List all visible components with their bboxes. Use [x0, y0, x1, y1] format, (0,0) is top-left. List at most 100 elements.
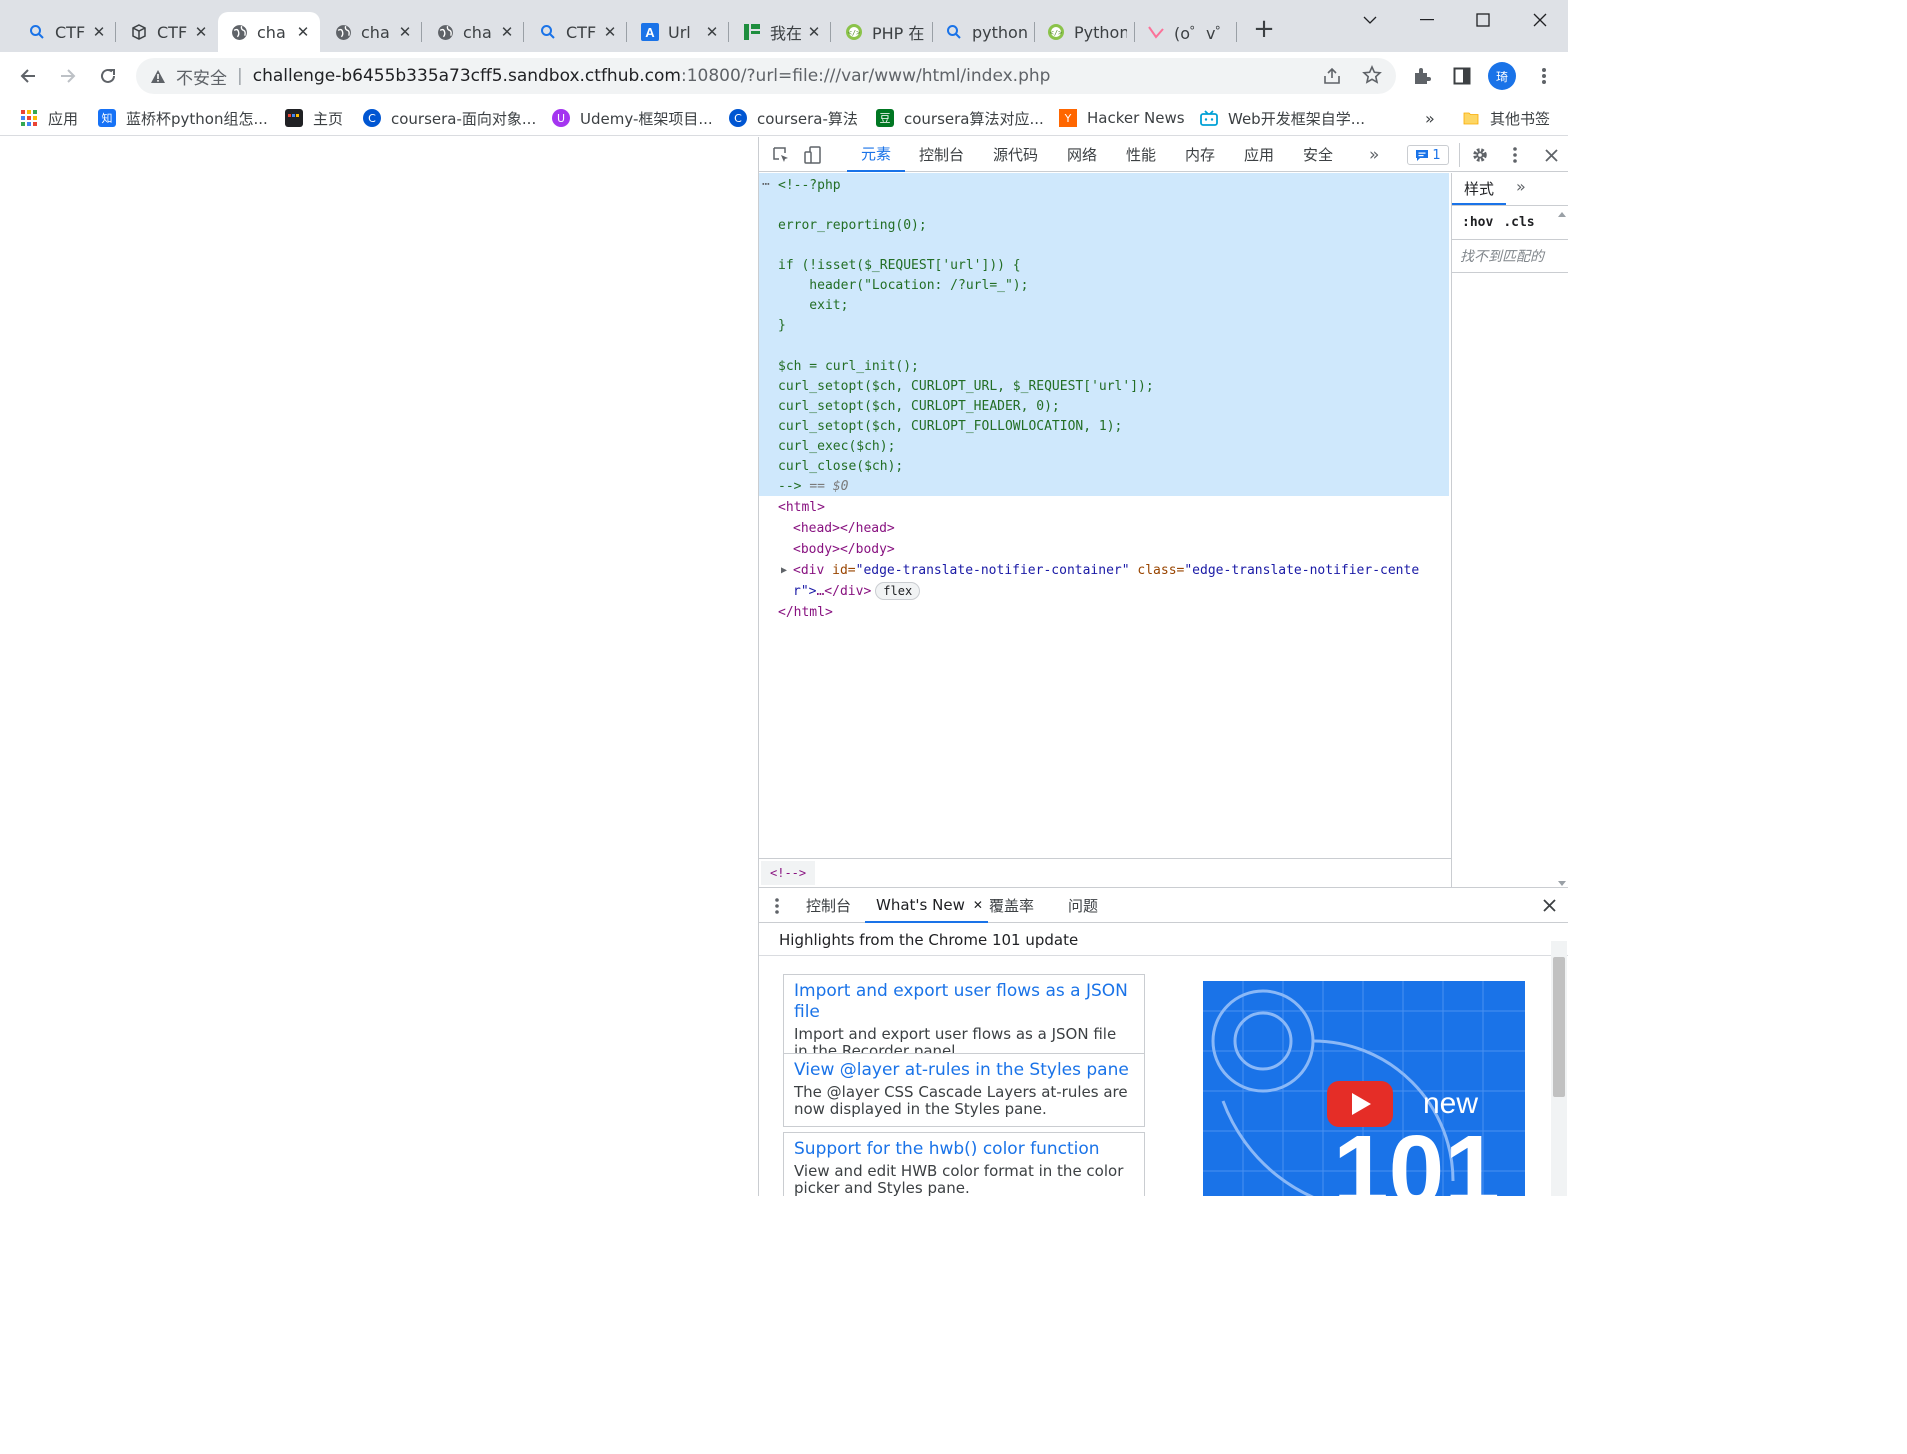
browser-tab[interactable]: A Url ✕	[629, 12, 729, 52]
close-icon[interactable]: ✕	[973, 898, 983, 912]
tab-sources[interactable]: 源代码	[993, 137, 1038, 172]
tab-memory[interactable]: 内存	[1185, 137, 1215, 172]
devtools-menu-icon[interactable]	[1503, 143, 1527, 167]
bookmark-item[interactable]: C coursera-面向对象...	[363, 106, 536, 130]
browser-tab[interactable]: CTF ✕	[118, 12, 218, 52]
dom-node-html-close[interactable]: </html>	[778, 603, 833, 623]
maximize-button[interactable]	[1455, 6, 1511, 34]
address-bar[interactable]: 不安全 | challenge-b6455b335a73cff5.sandbox…	[136, 58, 1396, 94]
settings-gear-icon[interactable]	[1468, 143, 1492, 167]
whats-new-video-thumbnail[interactable]: new 101	[1203, 981, 1525, 1196]
feature-title-link[interactable]: Support for the hwb() color function	[794, 1139, 1134, 1160]
scrollbar-thumb[interactable]	[1553, 957, 1565, 1097]
bookmark-item[interactable]: 主页	[285, 106, 343, 130]
tab-security[interactable]: 安全	[1303, 137, 1333, 172]
feature-title-link[interactable]: Import and export user flows as a JSON f…	[794, 981, 1134, 1023]
browser-tab[interactable]: CTF ✕	[527, 12, 627, 52]
drawer-menu-icon[interactable]	[775, 888, 783, 923]
extensions-icon[interactable]	[1408, 62, 1436, 90]
bookmark-item[interactable]: C coursera-算法	[729, 106, 858, 130]
side-panel-icon[interactable]	[1448, 62, 1476, 90]
dom-node-html[interactable]: <html>	[778, 498, 825, 518]
styles-more-chevron-icon[interactable]: »	[1516, 177, 1526, 196]
device-toggle-icon[interactable]	[801, 143, 825, 167]
browser-tab-active[interactable]: cha ✕	[218, 12, 320, 52]
close-icon[interactable]: ✕	[601, 23, 619, 41]
browser-tab[interactable]: </> Python	[1035, 12, 1135, 52]
browser-tab[interactable]: 我在 ✕	[731, 12, 831, 52]
tab-application[interactable]: 应用	[1244, 137, 1274, 172]
tab-network[interactable]: 网络	[1067, 137, 1097, 172]
close-icon[interactable]: ✕	[703, 23, 721, 41]
browser-tab[interactable]: cha ✕	[424, 12, 524, 52]
drawer-tab-issues[interactable]: 问题	[1068, 888, 1098, 923]
warning-icon[interactable]	[150, 68, 166, 84]
drawer-tab-whats-new[interactable]: What's New ✕	[865, 888, 988, 923]
minimize-button[interactable]	[1399, 6, 1455, 34]
tab-performance[interactable]: 性能	[1126, 137, 1156, 172]
code-line[interactable]: $ch = curl_init();	[778, 357, 919, 377]
styles-scrollbar[interactable]	[1555, 209, 1568, 887]
cls-toggle[interactable]: .cls	[1503, 215, 1534, 230]
dom-node-div-cont[interactable]: r">…</div> flex	[793, 582, 921, 602]
code-line[interactable]: curl_setopt($ch, CURLOPT_FOLLOWLOCATION,…	[778, 417, 1122, 437]
close-drawer-icon[interactable]	[1543, 888, 1556, 923]
close-icon[interactable]: ✕	[90, 23, 108, 41]
code-line[interactable]: if (!isset($_REQUEST['url'])) {	[778, 256, 1021, 276]
tab-console[interactable]: 控制台	[919, 137, 964, 172]
browser-tab[interactable]: CTF ✕	[16, 12, 116, 52]
dom-node-div[interactable]: <div id="edge-translate-notifier-contain…	[793, 561, 1419, 581]
code-line[interactable]: header("Location: /?url=_");	[778, 276, 1028, 296]
browser-tab[interactable]: cha ✕	[322, 12, 422, 52]
drawer-tab-coverage[interactable]: 覆盖率	[989, 888, 1034, 923]
flex-badge[interactable]: flex	[875, 582, 921, 600]
breadcrumb-item[interactable]: <!-->	[761, 861, 816, 885]
expand-triangle-icon[interactable]: ▶	[781, 561, 787, 581]
comment-end-line[interactable]: --> == $0	[778, 477, 848, 497]
bookmark-item[interactable]: 知 蓝桥杯python组怎...	[98, 106, 268, 130]
star-icon[interactable]	[1362, 65, 1382, 90]
dom-node-head[interactable]: <head></head>	[793, 519, 895, 539]
close-icon[interactable]: ✕	[805, 23, 823, 41]
browser-tab[interactable]: </> PHP 在	[833, 12, 933, 52]
new-tab-button[interactable]: +	[1250, 16, 1278, 44]
reload-button[interactable]	[94, 62, 122, 90]
inspect-element-icon[interactable]	[769, 143, 793, 167]
issues-badge[interactable]: 1	[1407, 145, 1449, 165]
bookmark-item[interactable]: 豆 coursera算法对应...	[876, 106, 1044, 130]
bookmark-apps[interactable]: 应用	[20, 106, 78, 130]
code-line[interactable]: error_reporting(0);	[778, 216, 927, 236]
code-line[interactable]: exit;	[778, 296, 848, 316]
bookmark-item[interactable]: Y Hacker News	[1059, 106, 1185, 130]
hov-toggle[interactable]: :hov	[1462, 215, 1493, 230]
code-line[interactable]: curl_setopt($ch, CURLOPT_URL, $_REQUEST[…	[778, 377, 1154, 397]
browser-tab[interactable]: (o゜v゜)ノ	[1135, 12, 1237, 52]
back-button[interactable]	[14, 62, 42, 90]
close-icon[interactable]: ✕	[498, 23, 516, 41]
bookmarks-more-button[interactable]: »	[1425, 106, 1435, 130]
tab-elements[interactable]: 元素	[847, 137, 905, 172]
feature-title-link[interactable]: View @layer at-rules in the Styles pane	[794, 1060, 1134, 1081]
tab-search-button[interactable]	[1342, 6, 1398, 34]
browser-tab[interactable]: python	[933, 12, 1035, 52]
code-line[interactable]: <!--?php	[778, 176, 841, 196]
more-tabs-chevron-icon[interactable]: »	[1369, 137, 1379, 172]
code-line[interactable]: curl_exec($ch);	[778, 437, 895, 457]
close-devtools-icon[interactable]	[1539, 143, 1563, 167]
avatar[interactable]: 琦	[1488, 62, 1516, 90]
feature-card[interactable]: Support for the hwb() color function Vie…	[783, 1132, 1145, 1196]
other-bookmarks[interactable]: 其他书签	[1462, 106, 1550, 130]
dom-node-body[interactable]: <body></body>	[793, 540, 895, 560]
node-ellipsis[interactable]: ⋯	[762, 175, 770, 195]
close-icon[interactable]: ✕	[192, 23, 210, 41]
drawer-scrollbar[interactable]	[1551, 941, 1567, 1196]
tab-styles[interactable]: 样式	[1452, 173, 1506, 205]
code-line[interactable]: curl_setopt($ch, CURLOPT_HEADER, 0);	[778, 397, 1060, 417]
share-icon[interactable]	[1322, 66, 1342, 91]
close-icon[interactable]: ✕	[294, 23, 312, 41]
forward-button[interactable]	[54, 62, 82, 90]
code-line[interactable]: }	[778, 316, 786, 336]
close-window-button[interactable]	[1512, 6, 1568, 34]
bookmark-item[interactable]: Web开发框架自学...	[1200, 106, 1365, 130]
drawer-tab-console[interactable]: 控制台	[806, 888, 851, 923]
